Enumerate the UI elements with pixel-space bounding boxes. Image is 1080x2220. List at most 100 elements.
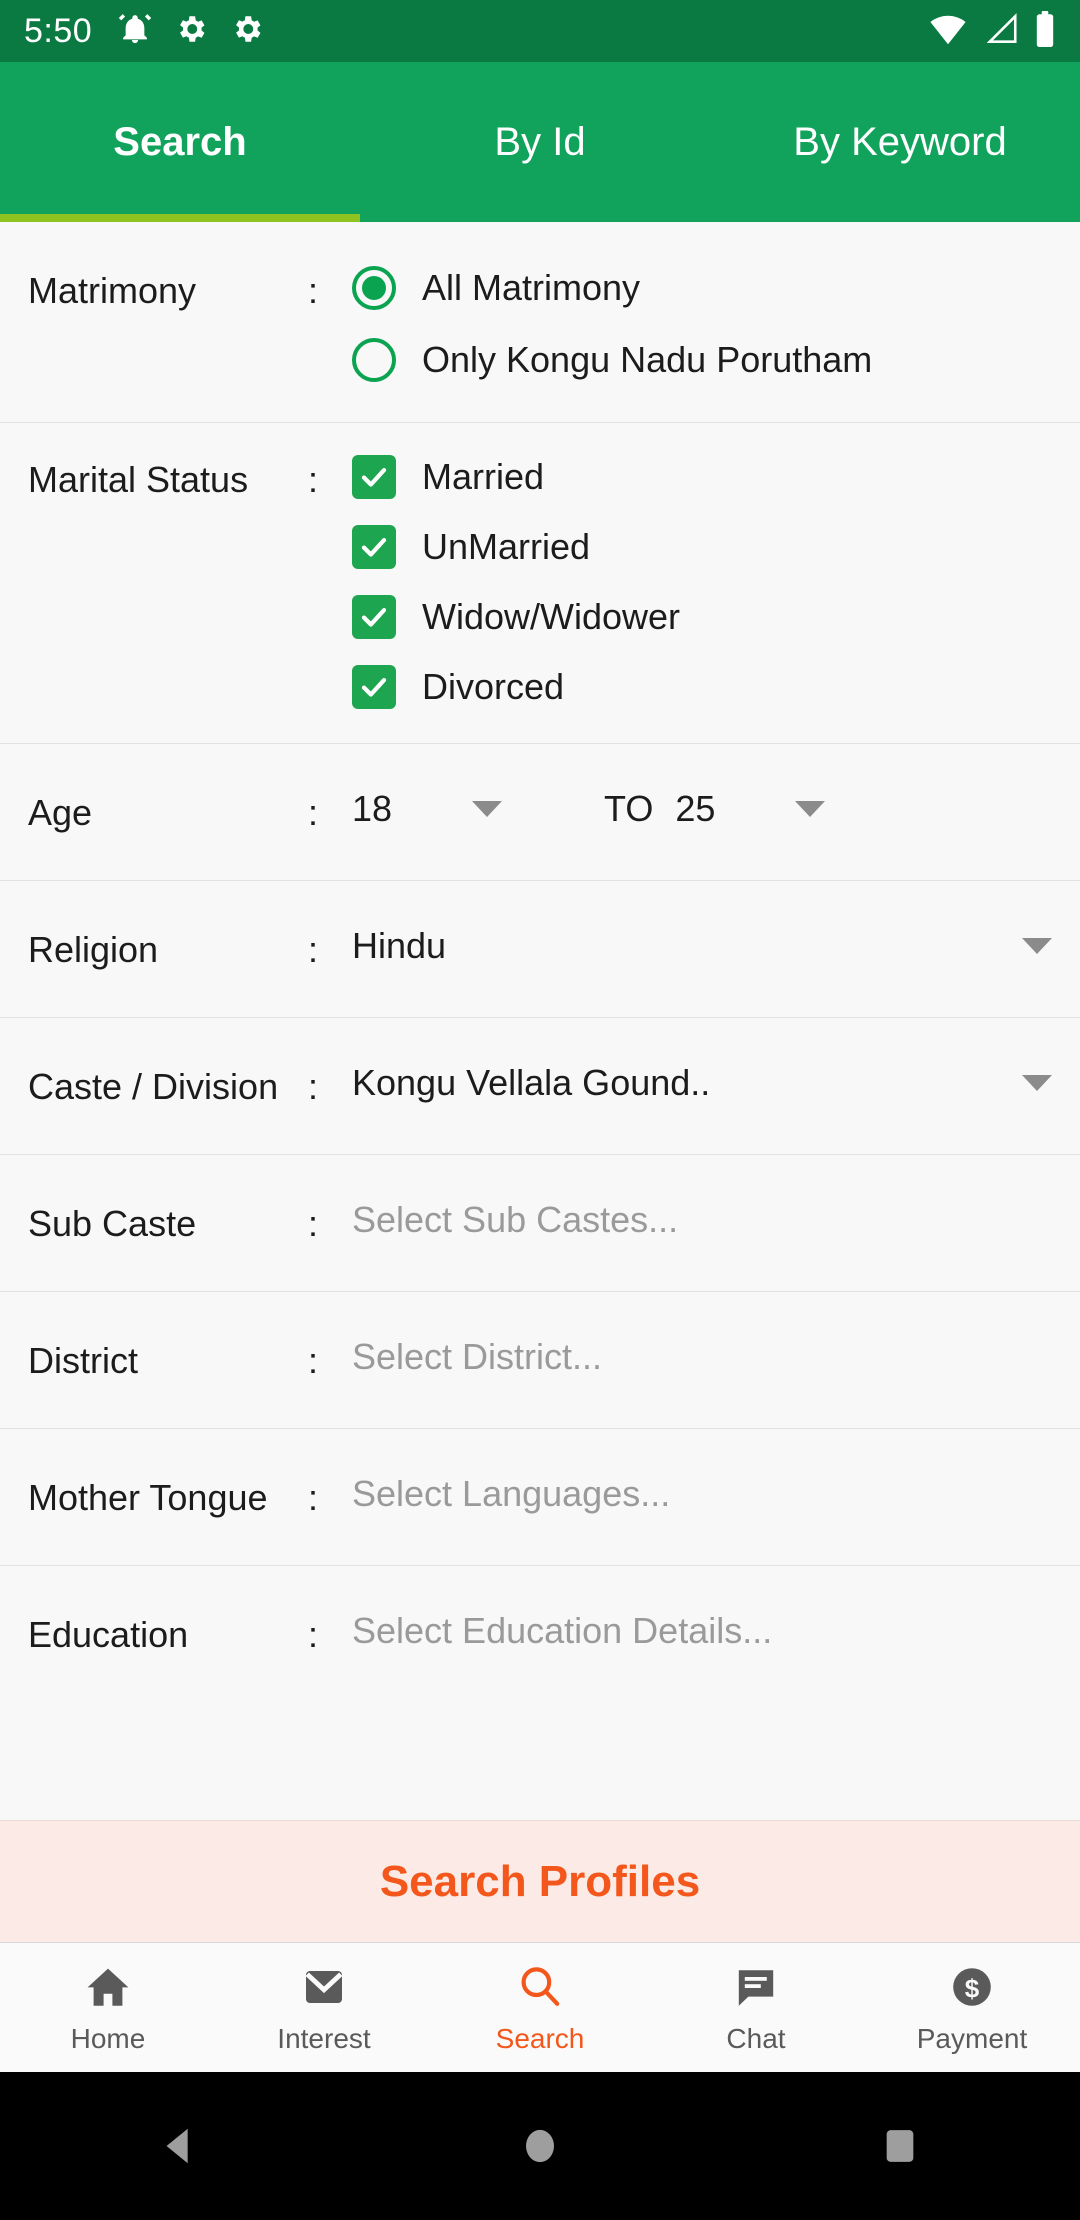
radio-option-all-matrimony[interactable]: All Matrimony [352,266,1052,310]
signal-icon [982,12,1020,50]
colon-district: : [308,1340,319,1381]
chevron-down-icon [1022,938,1052,954]
nav-item-home[interactable]: Home [0,1943,216,2072]
checkbox-label-divorced: Divorced [422,666,565,707]
caste-dropdown[interactable]: Kongu Vellala Gound.. [352,1062,1052,1104]
nav-label-search: Search [495,2022,585,2054]
age-separator: TO [604,788,654,829]
radio-label-kongu-nadu-porutham: Only Kongu Nadu Porutham [422,339,873,380]
status-bar-left-icons [118,12,264,51]
checkbox-option-widow-widower[interactable]: Widow/Widower [352,595,1052,639]
wifi-icon [928,13,968,50]
label-age: Age [28,792,93,833]
status-bar-clock: 5:50 [24,11,93,50]
age-to-value: 25 [675,788,716,829]
home-circle-icon[interactable] [460,2125,620,2167]
form-row-caste: Caste / Division : Kongu Vellala Gound.. [0,1018,1080,1154]
svg-text:$: $ [965,1973,980,2003]
colon-matrimony: : [308,270,319,311]
mother-tongue-selector[interactable]: Select Languages... [352,1473,1052,1515]
tab-by-id[interactable]: By Id [360,62,720,222]
magnifier-icon [516,1961,564,2013]
district-placeholder: Select District... [352,1336,603,1377]
education-placeholder: Select Education Details... [352,1610,773,1651]
radio-option-kongu-nadu-porutham[interactable]: Only Kongu Nadu Porutham [352,338,1052,382]
nav-item-payment[interactable]: $ Payment [864,1943,1080,2072]
nav-label-chat: Chat [726,2022,786,2054]
checkbox-label-married: Married [422,456,545,497]
search-profiles-button[interactable]: Search Profiles [0,1820,1080,1942]
age-from-value: 18 [352,788,393,829]
marital-status-options: Married UnMarried Widow/Widower Divorced [352,455,1052,709]
recents-square-icon[interactable] [820,2126,980,2166]
phone-screen: 5:50 Search By Id By Keyword Matrimony:… [0,0,1080,2220]
nav-item-search[interactable]: Search [432,1943,648,2072]
label-sub-caste: Sub Caste [28,1203,197,1244]
nav-label-home: Home [70,2022,146,2054]
checkbox-option-unmarried[interactable]: UnMarried [352,525,1052,569]
label-matrimony: Matrimony [28,270,197,311]
checkbox-label-widow-widower: Widow/Widower [422,596,681,637]
radio-label-all-matrimony: All Matrimony [422,267,641,308]
search-profiles-label: Search Profiles [379,1856,701,1906]
form-row-district: District : Select District... [0,1292,1080,1428]
colon-age: : [308,792,319,833]
tab-by-keyword[interactable]: By Keyword [720,62,1080,222]
gear-icon [230,12,264,51]
colon-caste: : [308,1066,319,1107]
chevron-down-icon [472,801,502,817]
checkbox-checked-icon [352,665,396,709]
tab-search[interactable]: Search [0,62,360,222]
age-from-dropdown[interactable]: 18 [352,788,582,830]
sub-caste-selector[interactable]: Select Sub Castes... [352,1199,1052,1241]
checkbox-option-married[interactable]: Married [352,455,1052,499]
form-row-matrimony: Matrimony : All Matrimony Only Kongu Nad… [0,222,1080,422]
colon-religion: : [308,929,319,970]
age-to-dropdown[interactable]: 25 [675,788,905,830]
colon-mother-tongue: : [308,1477,319,1518]
label-mother-tongue: Mother Tongue [28,1477,268,1518]
dollar-coin-icon: $ [948,1961,996,2013]
battery-icon [1034,10,1056,52]
age-range-field: 18 TO 25 [352,788,1052,830]
caste-value: Kongu Vellala Gound.. [352,1062,711,1103]
form-row-marital-status: Marital Status : Married UnMarried Widow… [0,423,1080,743]
chevron-down-icon [795,801,826,817]
tab-bar: Search By Id By Keyword [0,62,1080,222]
radio-unselected-icon [352,338,396,382]
checkbox-checked-icon [352,455,396,499]
district-selector[interactable]: Select District... [352,1336,1052,1378]
nav-label-payment: Payment [916,2022,1028,2054]
sub-caste-placeholder: Select Sub Castes... [352,1199,679,1240]
form-row-religion: Religion : Hindu [0,881,1080,1017]
envelope-icon [300,1961,348,2013]
status-bar-right-icons [928,10,1056,52]
search-form-scroll[interactable]: Matrimony : All Matrimony Only Kongu Nad… [0,222,1080,1820]
chevron-down-icon [1022,1075,1052,1091]
nav-item-chat[interactable]: Chat [648,1943,864,2072]
religion-dropdown[interactable]: Hindu [352,925,1052,967]
colon-sub-caste: : [308,1203,319,1244]
home-icon [84,1961,132,2013]
education-selector[interactable]: Select Education Details... [352,1610,1052,1652]
form-row-education: Education : Select Education Details... [0,1566,1080,1702]
label-marital-status: Marital Status [28,459,249,500]
alarm-icon [118,12,152,51]
nav-item-interest[interactable]: Interest [216,1943,432,2072]
tab-active-indicator [0,214,360,222]
colon-education: : [308,1614,319,1655]
back-triangle-icon[interactable] [100,2123,260,2169]
checkbox-checked-icon [352,525,396,569]
radio-selected-icon [352,266,396,310]
label-education: Education [28,1614,189,1655]
label-district: District [28,1340,138,1381]
label-caste: Caste / Division [28,1066,279,1107]
chat-bubble-icon [732,1961,780,2013]
religion-value: Hindu [352,925,447,966]
checkbox-label-unmarried: UnMarried [422,526,591,567]
android-navigation-bar [0,2072,1080,2220]
gear-icon [174,12,208,51]
checkbox-option-divorced[interactable]: Divorced [352,665,1052,709]
bottom-navigation-bar: Home Interest Search Chat $ Payment [0,1942,1080,2072]
status-bar: 5:50 [0,0,1080,62]
